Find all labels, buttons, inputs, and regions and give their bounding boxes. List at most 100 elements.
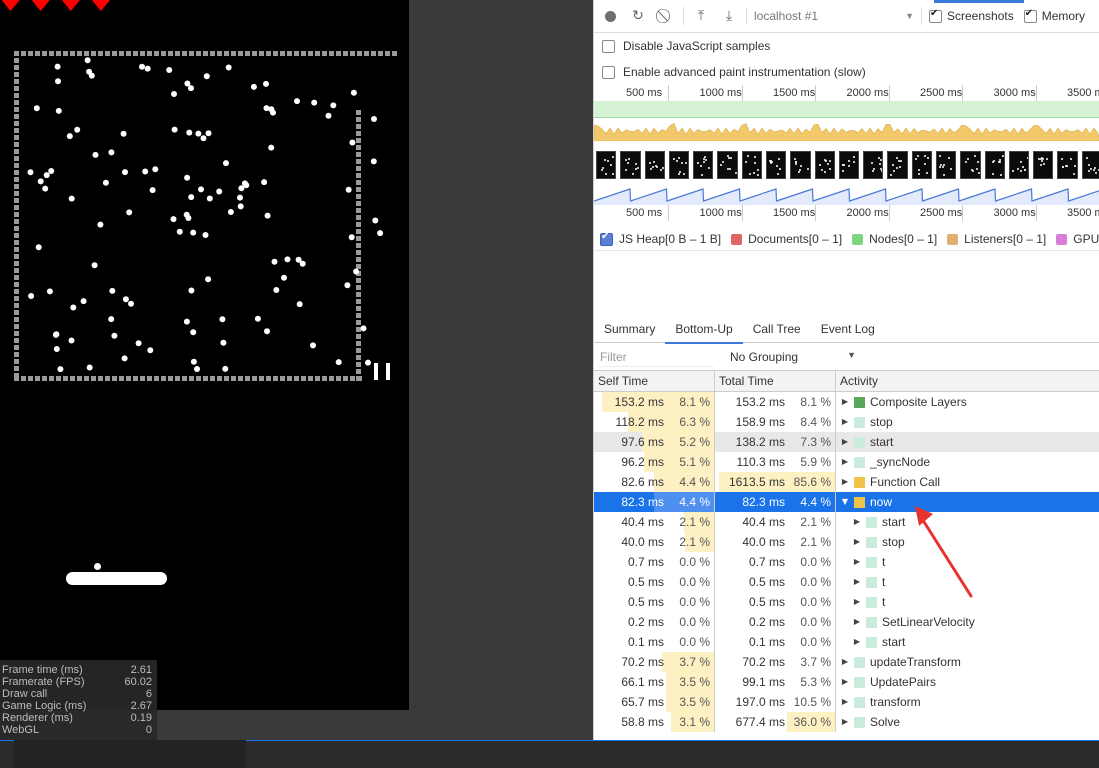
expand-right-icon[interactable]: ▶ (840, 412, 850, 432)
table-row[interactable]: 0.5 ms 0.0 % 0.5 ms 0.0 % ▶ t (594, 592, 1099, 612)
disable-js-samples-checkbox[interactable] (602, 39, 615, 53)
clear-button[interactable]: ⃠ (652, 3, 680, 29)
memory-checkbox[interactable]: Memory (1023, 8, 1085, 23)
disable-js-samples-option[interactable]: Disable JavaScript samples (594, 33, 1099, 59)
table-row[interactable]: 70.2 ms 3.7 % 70.2 ms 3.7 % ▶ updateTransform (594, 652, 1099, 672)
screenshot-thumbnail[interactable] (984, 151, 1005, 179)
screenshot-thumbnail[interactable] (814, 151, 835, 179)
activity-cell: ▶ Function Call (836, 472, 1099, 492)
expand-right-icon[interactable]: ▶ (840, 712, 850, 732)
table-row[interactable]: 97.6 ms 5.2 % 138.2 ms 7.3 % ▶ start (594, 432, 1099, 452)
tab-summary[interactable]: Summary (594, 318, 665, 342)
table-row[interactable]: 118.2 ms 6.3 % 158.9 ms 8.4 % ▶ stop (594, 412, 1099, 432)
legend-checkbox[interactable] (1056, 233, 1068, 245)
game-canvas[interactable]: ♥ ♥ ♥ ♥ (0, 0, 409, 710)
legend-item[interactable]: Documents[0 – 1] (731, 232, 842, 246)
advanced-paint-checkbox[interactable] (602, 65, 615, 79)
expand-right-icon[interactable]: ▶ (852, 512, 862, 532)
devtools-performance-panel: ↻ ⃠ ⤒ ⤓ localhost #1 ▼ Screenshots Memor… (593, 0, 1099, 740)
screenshot-thumbnail[interactable] (911, 151, 932, 179)
table-row[interactable]: 58.8 ms 3.1 % 677.4 ms 36.0 % ▶ Solve (594, 712, 1099, 732)
expand-right-icon[interactable]: ▶ (852, 572, 862, 592)
table-row[interactable]: 0.2 ms 0.0 % 0.2 ms 0.0 % ▶ SetLinearVelocity (594, 612, 1099, 632)
load-profile-button[interactable]: ⤒ (687, 3, 715, 29)
legend-item[interactable]: Listeners[0 – 1] (947, 232, 1046, 246)
expand-right-icon[interactable]: ▶ (840, 692, 850, 712)
table-row[interactable]: 66.1 ms 3.5 % 99.1 ms 5.3 % ▶ UpdatePairs (594, 672, 1099, 692)
legend-item[interactable]: JS Heap[0 B – 1 B] (600, 231, 721, 246)
screenshot-thumbnail[interactable] (741, 151, 762, 179)
target-select[interactable]: localhost #1 ▼ (750, 6, 918, 26)
legend-checkbox[interactable] (852, 233, 864, 245)
table-row[interactable]: 40.0 ms 2.1 % 40.0 ms 2.1 % ▶ stop (594, 532, 1099, 552)
paddle[interactable] (66, 572, 167, 585)
record-button[interactable] (596, 3, 624, 29)
expand-right-icon[interactable]: ▶ (840, 392, 850, 412)
table-row[interactable]: 82.3 ms 4.4 % 82.3 ms 4.4 % ▼ now (594, 492, 1099, 512)
screenshot-thumbnail[interactable] (596, 151, 617, 179)
screenshots-strip[interactable] (594, 151, 1099, 179)
grouping-select[interactable]: No Grouping ▼ (730, 350, 856, 364)
screenshot-thumbnail[interactable] (1033, 151, 1054, 179)
total-time-header[interactable]: Total Time (715, 371, 836, 391)
expand-right-icon[interactable]: ▶ (852, 612, 862, 632)
legend-checkbox[interactable] (600, 231, 613, 246)
save-profile-button[interactable]: ⤓ (715, 3, 743, 29)
screenshot-thumbnail[interactable] (1081, 151, 1099, 179)
download-icon: ⤓ (725, 8, 733, 24)
expand-right-icon[interactable]: ▶ (840, 472, 850, 492)
screenshot-thumbnail[interactable] (765, 151, 787, 179)
reload-record-button[interactable]: ↻ (624, 3, 652, 29)
table-row[interactable]: 153.2 ms 8.1 % 153.2 ms 8.1 % ▶ Composite Lay… (594, 392, 1099, 412)
expand-right-icon[interactable]: ▶ (840, 652, 850, 672)
screenshot-thumbnail[interactable] (644, 151, 665, 179)
screenshot-thumbnail[interactable] (887, 151, 908, 179)
legend-checkbox[interactable] (731, 233, 743, 245)
timeline-overview[interactable]: 500 ms 1000 ms 1500 ms 2000 ms 2500 ms 3000 m… (594, 85, 1099, 225)
screenshot-thumbnail[interactable] (1008, 151, 1030, 179)
total-time-cell: 138.2 ms 7.3 % (715, 432, 836, 452)
screenshot-thumbnail[interactable] (960, 151, 981, 179)
expand-right-icon[interactable]: ▶ (852, 632, 862, 652)
screenshot-thumbnail[interactable] (790, 151, 811, 179)
screenshot-thumbnail[interactable] (863, 151, 884, 179)
expand-right-icon[interactable]: ▶ (852, 532, 862, 552)
legend-item[interactable]: GPU Memory (1056, 232, 1099, 246)
pause-icon (374, 363, 378, 380)
table-row[interactable]: 40.4 ms 2.1 % 40.4 ms 2.1 % ▶ start (594, 512, 1099, 532)
expand-right-icon[interactable]: ▶ (852, 552, 862, 572)
table-row[interactable]: 65.7 ms 3.5 % 197.0 ms 10.5 % ▶ transform (594, 692, 1099, 712)
activity-cell: ▶ Composite Layers (836, 392, 1099, 412)
total-time-cell: 677.4 ms 36.0 % (715, 712, 836, 732)
tab-event-log[interactable]: Event Log (811, 318, 885, 342)
legend-checkbox[interactable] (947, 233, 959, 245)
tab-call-tree[interactable]: Call Tree (743, 318, 811, 342)
screenshots-checkbox[interactable]: Screenshots (929, 8, 1014, 23)
expand-right-icon[interactable]: ▶ (840, 432, 850, 452)
filter-input[interactable] (598, 347, 714, 367)
activity-header[interactable]: Activity (836, 371, 878, 391)
table-row[interactable]: 96.2 ms 5.1 % 110.3 ms 5.9 % ▶ _syncNode (594, 452, 1099, 472)
screenshot-thumbnail[interactable] (1057, 151, 1078, 179)
table-row[interactable]: 0.1 ms 0.0 % 0.1 ms 0.0 % ▶ start (594, 632, 1099, 652)
table-row[interactable]: 0.7 ms 0.0 % 0.7 ms 0.0 % ▶ t (594, 552, 1099, 572)
tab-bottom-up[interactable]: Bottom-Up (665, 318, 743, 344)
expand-right-icon[interactable]: ▶ (840, 672, 850, 692)
screenshot-thumbnail[interactable] (668, 151, 690, 179)
screenshot-thumbnail[interactable] (693, 151, 714, 179)
category-swatch (854, 416, 865, 428)
screenshot-thumbnail[interactable] (838, 151, 860, 179)
screenshot-thumbnail[interactable] (935, 151, 957, 179)
self-time-header[interactable]: Self Time (594, 371, 715, 391)
expand-right-icon[interactable]: ▶ (840, 452, 850, 472)
table-row[interactable]: 82.6 ms 4.4 % 1613.5 ms 85.6 % ▶ Function Cal… (594, 472, 1099, 492)
expand-right-icon[interactable]: ▶ (852, 592, 862, 612)
advanced-paint-option[interactable]: Enable advanced paint instrumentation (s… (594, 59, 1099, 85)
pause-button[interactable] (372, 361, 394, 381)
screenshot-thumbnail[interactable] (717, 151, 738, 179)
legend-item[interactable]: Nodes[0 – 1] (852, 232, 937, 246)
table-row[interactable]: 0.5 ms 0.0 % 0.5 ms 0.0 % ▶ t (594, 572, 1099, 592)
screenshot-thumbnail[interactable] (620, 151, 641, 179)
expand-down-icon[interactable]: ▼ (840, 492, 850, 512)
category-swatch (866, 596, 877, 608)
